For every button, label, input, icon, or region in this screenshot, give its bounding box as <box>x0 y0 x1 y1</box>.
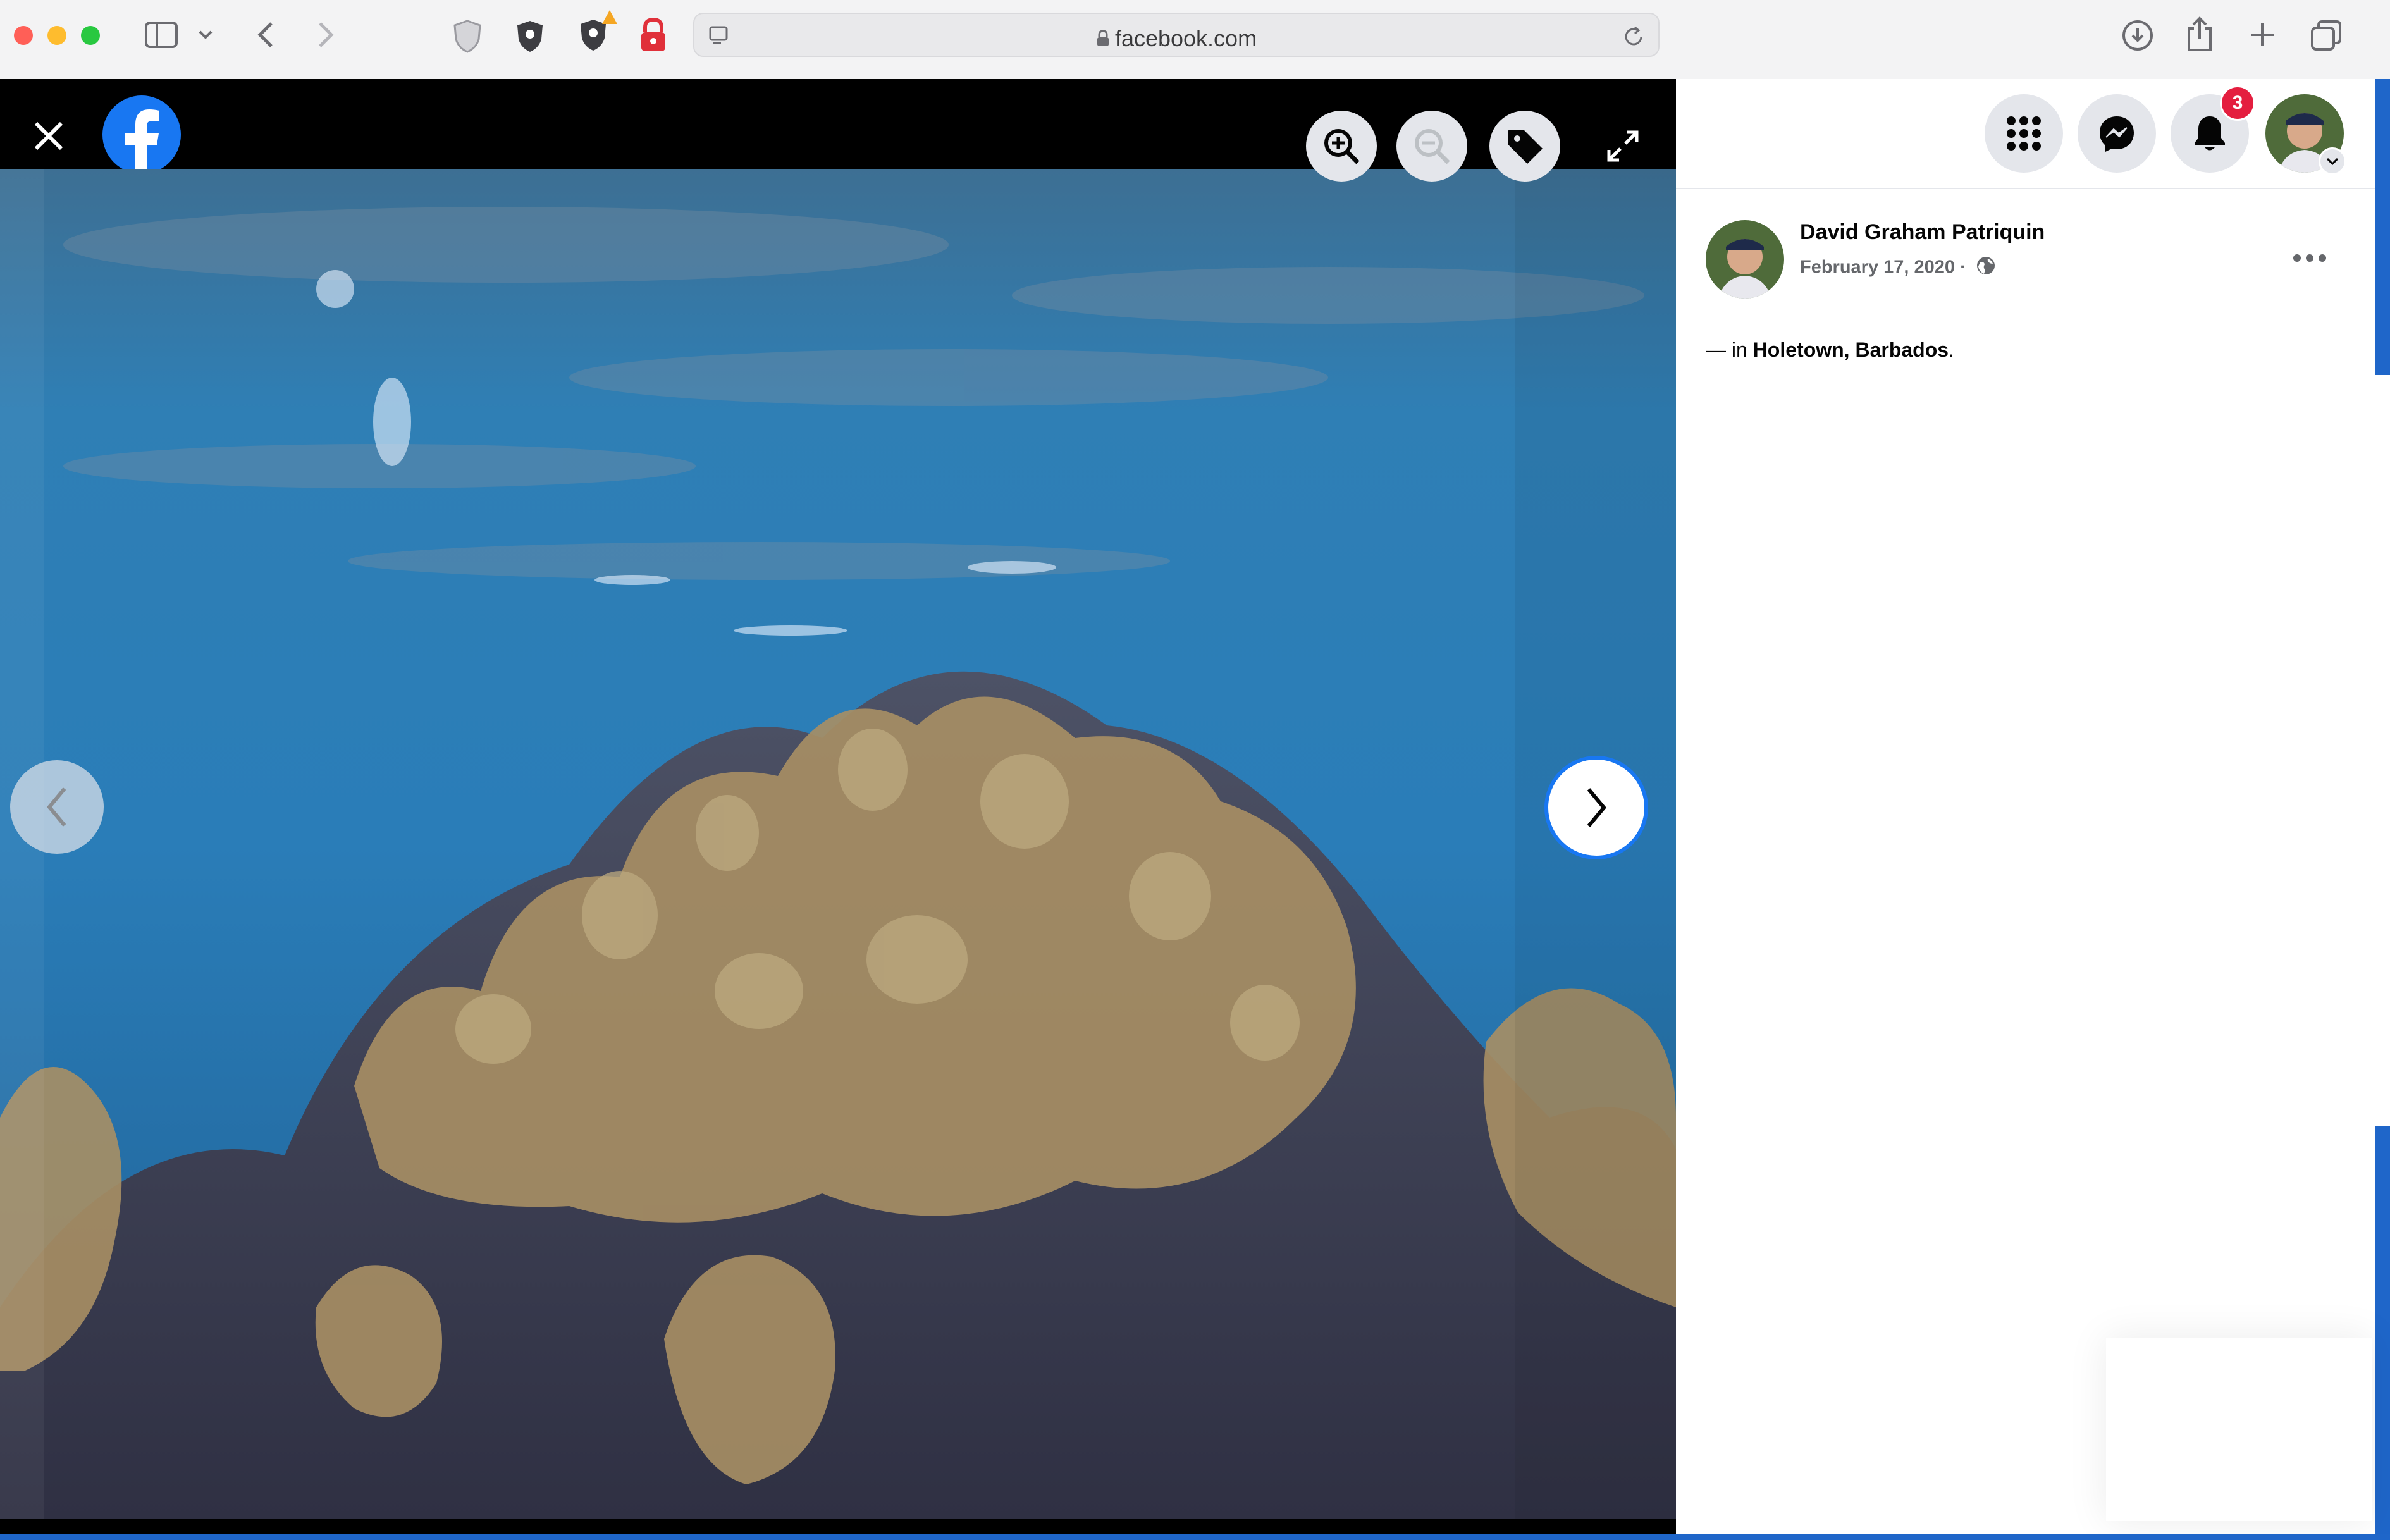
lock-icon <box>1096 27 1110 53</box>
post-photo[interactable] <box>0 169 1676 1519</box>
minimize-window-button[interactable] <box>47 26 66 45</box>
zoom-out-icon <box>1415 129 1450 164</box>
chevron-right-icon <box>1587 788 1606 827</box>
facebook-logo-icon <box>102 95 181 174</box>
lock-icon[interactable] <box>638 16 669 54</box>
privacy-warning-icon[interactable] <box>576 9 620 54</box>
window-edge-bottom <box>2375 1126 2390 1534</box>
coral-reef-image <box>0 169 1676 1519</box>
public-audience-icon <box>1975 255 1997 281</box>
previous-photo-button[interactable] <box>10 760 104 854</box>
menu-button[interactable] <box>1985 94 2063 173</box>
account-menu-button[interactable] <box>2319 147 2346 175</box>
facebook-logo[interactable] <box>102 95 181 174</box>
zoom-in-icon <box>1324 129 1360 164</box>
zoom-out-button[interactable] <box>1396 111 1467 182</box>
back-icon[interactable] <box>253 19 278 51</box>
author-avatar[interactable] <box>1706 220 1784 299</box>
download-icon[interactable] <box>2120 18 2155 53</box>
messenger-button[interactable] <box>2078 94 2156 173</box>
chevron-left-icon <box>47 787 66 827</box>
close-viewer-button[interactable] <box>27 114 71 158</box>
chevron-down-icon[interactable] <box>196 25 215 44</box>
new-tab-icon[interactable] <box>2246 19 2278 51</box>
window-edge-top <box>2375 79 2390 375</box>
forward-icon[interactable] <box>313 19 338 51</box>
browser-toolbar: facebook.com <box>0 0 2390 80</box>
location-prefix: — in <box>1706 338 1753 361</box>
sidebar-toggle-icon[interactable] <box>142 19 180 51</box>
notification-count-badge: 3 <box>2220 85 2255 121</box>
post-sidebar <box>1676 79 2375 1534</box>
post-options-button[interactable] <box>2291 239 2329 277</box>
header-divider <box>1676 188 2375 189</box>
chat-placeholder-panel <box>2106 1338 2372 1521</box>
address-bar[interactable]: facebook.com <box>693 13 1660 57</box>
chevron-down-icon <box>2326 157 2339 166</box>
author-photo <box>1706 220 1784 299</box>
zoom-in-button[interactable] <box>1306 111 1377 182</box>
messenger-icon <box>2100 116 2134 152</box>
location-link[interactable]: Holetown, Barbados <box>1753 338 1949 361</box>
location-suffix: . <box>1949 338 1954 361</box>
close-icon <box>34 121 63 151</box>
privacy-icon[interactable] <box>514 18 546 54</box>
author-name[interactable]: David Graham Patriquin <box>1800 220 2045 245</box>
grid-menu-icon <box>2007 116 2041 151</box>
photo-viewer <box>0 79 1676 1534</box>
post-date[interactable]: February 17, 2020 · <box>1800 255 1997 281</box>
bell-icon <box>2195 116 2225 151</box>
window-bottom-edge <box>0 1534 2390 1540</box>
share-icon[interactable] <box>2184 15 2215 53</box>
post-location: — in Holetown, Barbados. <box>1706 338 1954 362</box>
zoom-window-button[interactable] <box>81 26 100 45</box>
tag-photo-button[interactable] <box>1489 111 1560 182</box>
post-date-text: February 17, 2020 · <box>1800 257 1966 278</box>
shield-icon[interactable] <box>451 18 484 54</box>
close-window-button[interactable] <box>14 26 33 45</box>
fullscreen-icon <box>1607 130 1639 162</box>
tag-icon <box>1508 130 1543 164</box>
fullscreen-button[interactable] <box>1594 117 1652 175</box>
url-label: facebook.com <box>1114 25 1257 51</box>
reload-icon[interactable] <box>1621 24 1646 49</box>
tabs-overview-icon[interactable] <box>2308 18 2344 53</box>
url-text: facebook.com <box>694 25 1658 53</box>
more-options-icon <box>2293 254 2326 262</box>
next-photo-button[interactable] <box>1544 756 1648 859</box>
